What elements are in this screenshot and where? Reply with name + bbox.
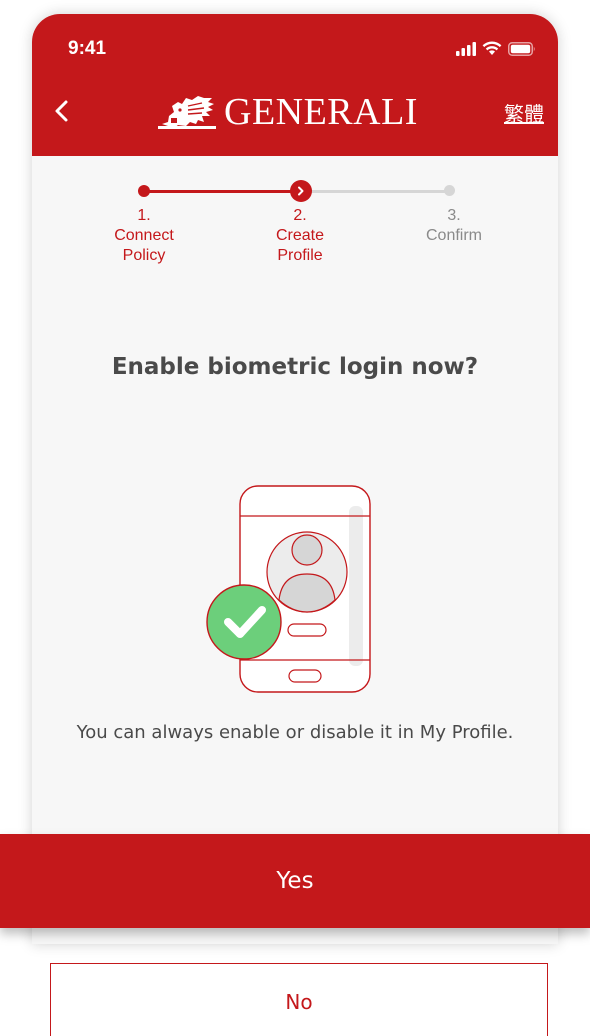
step-1-number: 1.	[137, 207, 151, 224]
status-time: 9:41	[68, 38, 107, 59]
back-chevron-icon	[55, 100, 68, 122]
wifi-icon	[482, 41, 502, 55]
status-icons	[456, 41, 536, 56]
step-3-label-line1: Confirm	[425, 227, 482, 244]
step-1-label-line1: Connect	[114, 227, 174, 244]
step-1-label-line2: Policy	[122, 247, 166, 264]
step-2-label: 2. Create Profile	[245, 206, 355, 266]
app-header: 9:41 GENERALI 繁體	[32, 14, 558, 156]
step-2-number: 2.	[293, 207, 307, 224]
step-3-number: 3.	[447, 207, 461, 224]
back-button[interactable]	[46, 92, 80, 130]
phone-frame: 9:41 GENERALI 繁體 1. Connect Policy 2. Cr…	[32, 14, 558, 944]
progress-stepper: 1. Connect Policy 2. Create Profile 3. C…	[32, 156, 558, 296]
biometric-phone-illustration	[204, 484, 374, 696]
generali-logo: GENERALI	[158, 92, 418, 132]
hint-text: You can always enable or disable it in M…	[76, 722, 514, 743]
no-button[interactable]: No	[50, 963, 548, 1036]
chevron-right-icon	[298, 186, 304, 196]
step-2-label-line1: Create	[275, 227, 325, 244]
step-2-dot	[290, 180, 312, 202]
logo-text: GENERALI	[224, 91, 418, 133]
yes-button[interactable]: Yes	[0, 834, 590, 928]
page-title: Enable biometric login now?	[111, 354, 479, 380]
screen: 9:41 GENERALI 繁體 1. Connect Policy 2. Cr…	[0, 0, 590, 1036]
signal-icon	[456, 41, 476, 56]
language-toggle-link[interactable]: 繁體	[504, 98, 544, 127]
step-2-label-line2: Profile	[277, 247, 323, 264]
stepper-line-completed	[144, 190, 299, 193]
stepper-line-pending	[310, 190, 450, 193]
step-1-dot	[138, 185, 150, 197]
generali-lion-logo	[158, 96, 216, 129]
step-3-label: 3. Confirm	[399, 206, 509, 246]
step-3-dot	[444, 185, 455, 196]
step-1-label: 1. Connect Policy	[89, 206, 199, 266]
battery-icon	[508, 41, 535, 56]
